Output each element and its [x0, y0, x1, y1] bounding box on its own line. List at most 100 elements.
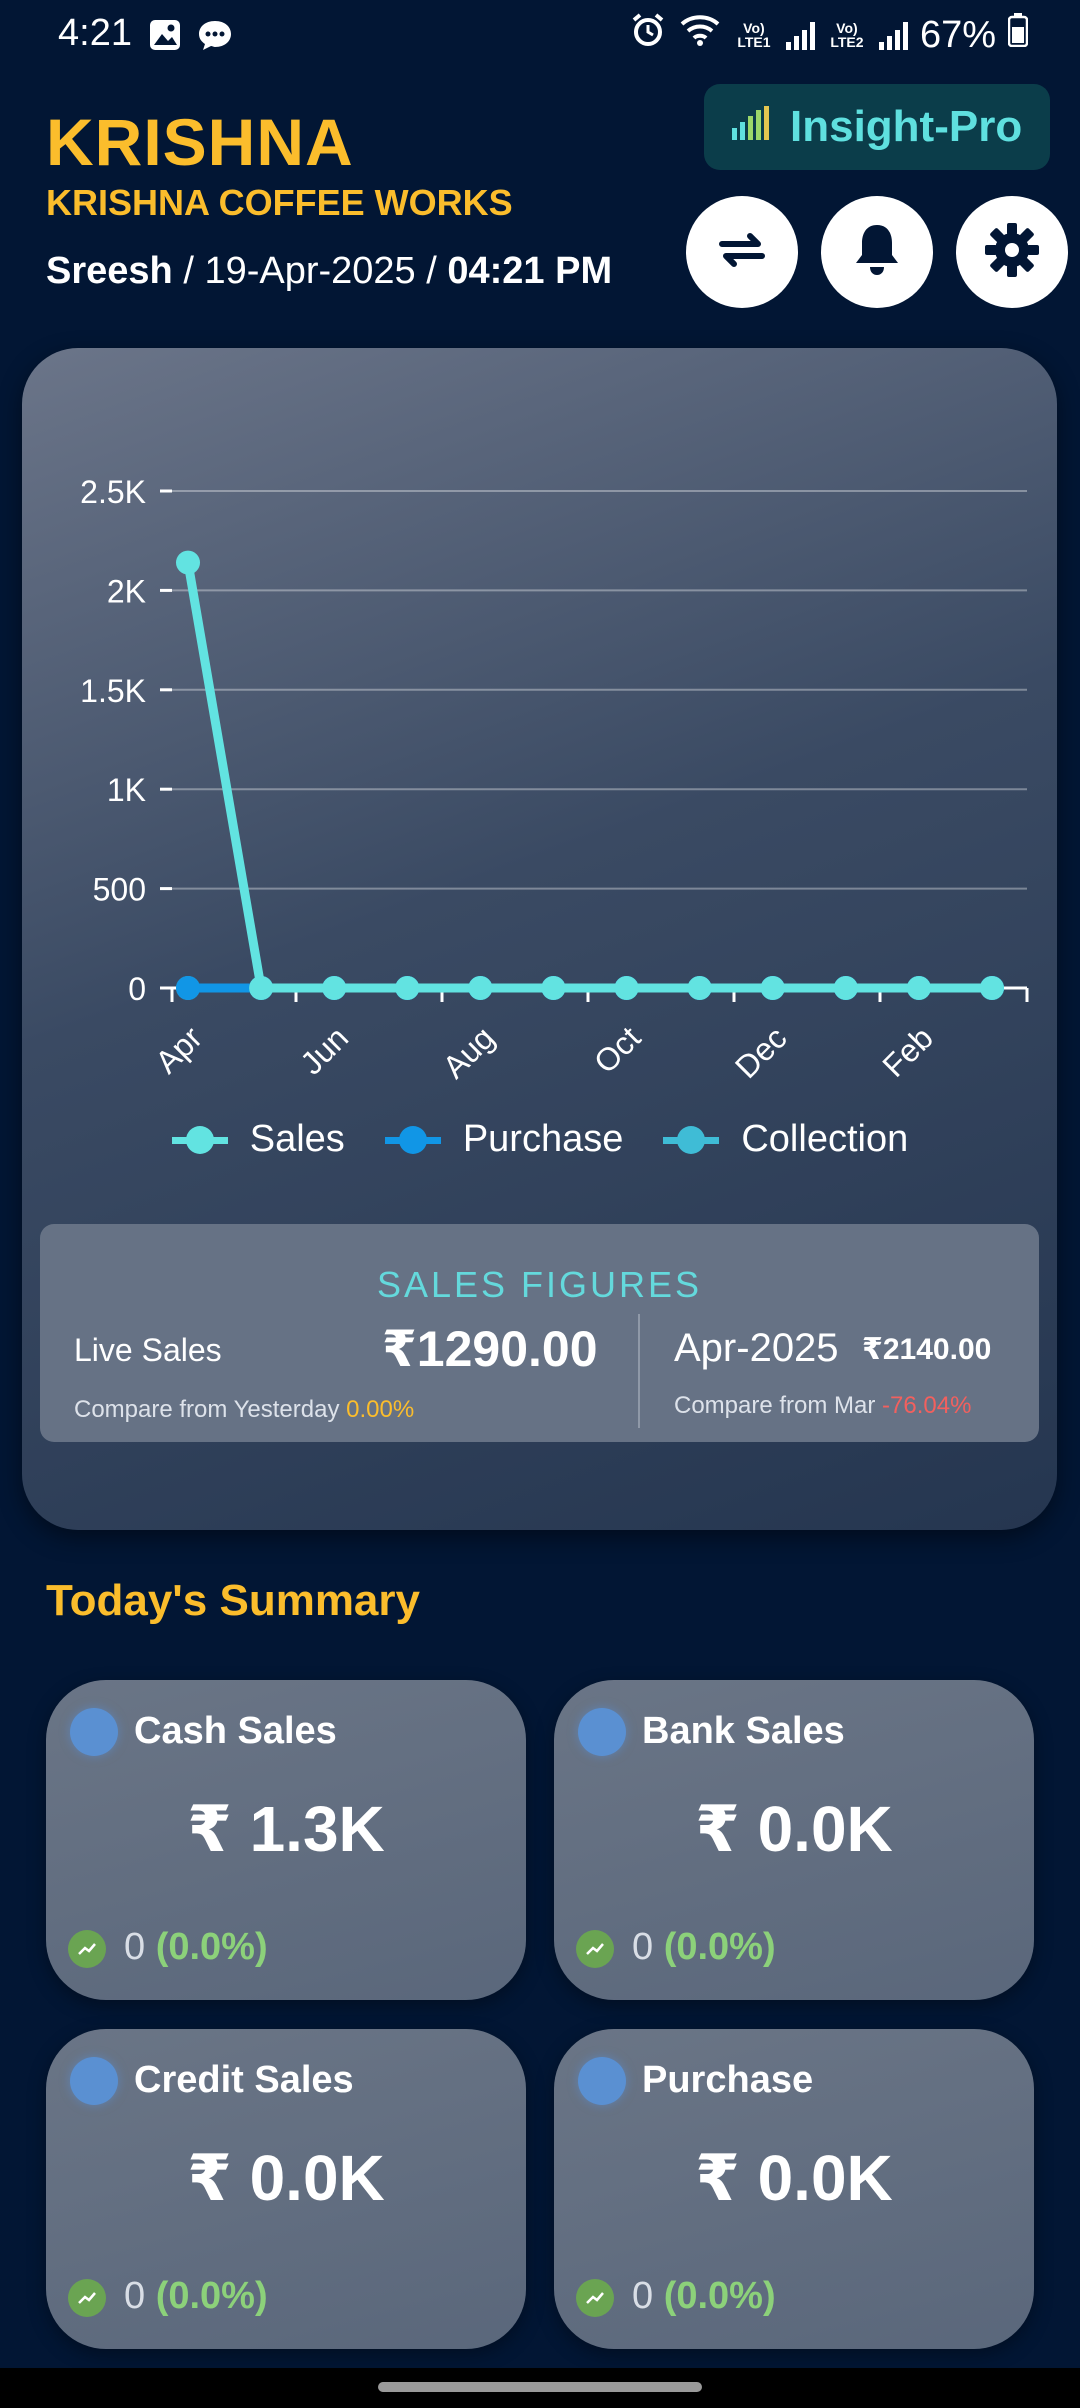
data-point-sales	[980, 976, 1004, 1000]
tile-change-percent: (0.0%)	[663, 1926, 776, 1968]
separator: /	[183, 250, 205, 292]
tile-change-percent: (0.0%)	[663, 2275, 776, 2317]
data-point-sales	[614, 976, 639, 1000]
sync-button[interactable]	[686, 196, 798, 308]
data-point-sales	[833, 976, 858, 1000]
gear-icon	[983, 221, 1041, 284]
figures-divider	[638, 1314, 640, 1428]
x-tick-label: Apr	[148, 1019, 209, 1080]
data-point-sales	[541, 976, 566, 1000]
bell-icon	[850, 221, 904, 284]
tile-label: Purchase	[642, 2059, 814, 2101]
legend-swatch	[384, 1125, 441, 1154]
tile-change: 0 (0.0%)	[632, 1926, 776, 1969]
current-time: 04:21 PM	[447, 250, 613, 292]
sim2-label: Vo) LTE2	[830, 20, 864, 50]
legend-swatch	[171, 1125, 228, 1154]
signal-icon	[878, 20, 908, 50]
tile-label: Credit Sales	[134, 2059, 354, 2101]
legend-swatch	[663, 1125, 720, 1154]
separator: /	[426, 250, 448, 292]
sync-icon	[714, 222, 770, 283]
alarm-icon	[630, 12, 666, 58]
company-name: KRISHNA COFFEE WORKS	[46, 182, 513, 223]
tile-indicator-dot	[70, 1708, 118, 1756]
y-tick-label: 1.5K	[80, 673, 146, 709]
tile-change: 0 (0.0%)	[632, 2275, 776, 2318]
battery-percent: 67%	[919, 13, 996, 56]
bar-chart-logo-icon	[728, 102, 774, 153]
settings-button[interactable]	[956, 196, 1068, 308]
trend-up-icon	[68, 1930, 106, 1968]
trend-up-icon	[576, 2279, 614, 2317]
tile-change: 0 (0.0%)	[124, 2275, 268, 2318]
tile-label: Cash Sales	[134, 1710, 337, 1752]
summary-tile-bank-sales[interactable]: Bank Sales ₹ 0.0K 0 (0.0%)	[554, 1680, 1034, 2000]
x-tick-label: Aug	[436, 1019, 502, 1085]
tile-change-value: 0	[632, 1926, 654, 1968]
x-tick-label: Jun	[293, 1019, 355, 1081]
data-point-purchase	[176, 976, 200, 1000]
data-point-sales	[468, 976, 493, 1000]
live-sales-compare: Compare from Yesterday 0.00%	[74, 1396, 414, 1424]
status-time: 4:21	[58, 12, 132, 54]
image-icon	[148, 18, 182, 57]
x-tick-label: Dec	[728, 1019, 794, 1085]
tile-change-value: 0	[124, 2275, 146, 2317]
y-tick-label: 1K	[107, 772, 146, 808]
month-compare-percent: -76.04%	[882, 1392, 972, 1419]
chat-icon	[196, 18, 234, 57]
live-sales-value: ₹1290.00	[382, 1321, 598, 1377]
y-tick-label: 0	[128, 971, 146, 1007]
tile-indicator-dot	[578, 1708, 626, 1756]
notifications-button[interactable]	[821, 196, 933, 308]
live-compare-percent: 0.00%	[346, 1396, 415, 1423]
live-sales-label: Live Sales	[74, 1332, 222, 1368]
month-sales-compare: Compare from Mar -76.04%	[674, 1392, 971, 1420]
series-line-sales	[183, 558, 997, 993]
month-label: Apr-2025	[674, 1326, 839, 1370]
tile-change-value: 0	[632, 2275, 654, 2317]
data-point-sales	[906, 976, 931, 1000]
tile-change-percent: (0.0%)	[155, 2275, 268, 2317]
insight-pro-label: Insight-Pro	[790, 102, 1023, 151]
live-compare-label: Compare from Yesterday	[74, 1396, 340, 1423]
y-tick-label: 500	[93, 872, 146, 908]
signal-icon	[785, 20, 815, 50]
y-tick-label: 2.5K	[80, 474, 146, 510]
data-point-sales	[322, 976, 347, 1000]
data-point-sales	[395, 976, 420, 1000]
trend-up-icon	[68, 2279, 106, 2317]
legend-label: Purchase	[462, 1118, 624, 1160]
legend-item-sales: Sales	[171, 1118, 345, 1161]
tile-indicator-dot	[70, 2057, 118, 2105]
tile-indicator-dot	[578, 2057, 626, 2105]
summary-tile-cash-sales[interactable]: Cash Sales ₹ 1.3K 0 (0.0%)	[46, 1680, 526, 2000]
brand-title: KRISHNA	[46, 105, 354, 179]
home-gesture-handle[interactable]	[378, 2382, 702, 2392]
tile-change: 0 (0.0%)	[124, 1926, 268, 1969]
tile-value: ₹ 1.3K	[187, 1793, 385, 1865]
current-date: 19-Apr-2025	[204, 250, 416, 292]
data-point-sales	[760, 976, 785, 1000]
tile-value: ₹ 0.0K	[187, 2142, 385, 2214]
user-name: Sreesh	[46, 250, 173, 292]
tile-label: Bank Sales	[642, 1710, 845, 1752]
legend-label: Sales	[249, 1118, 345, 1160]
chart-legend: Sales Purchase Collection	[0, 1118, 1080, 1161]
legend-item-collection: Collection	[663, 1118, 908, 1161]
sim1-label: Vo) LTE1	[737, 20, 771, 50]
data-point-sales	[249, 976, 274, 1000]
trend-up-icon	[576, 1930, 614, 1968]
data-point-sales	[687, 976, 712, 1000]
summary-title: Today's Summary	[46, 1576, 420, 1625]
legend-label: Collection	[741, 1118, 909, 1160]
summary-tile-purchase[interactable]: Purchase ₹ 0.0K 0 (0.0%)	[554, 2029, 1034, 2349]
insight-pro-badge[interactable]: Insight-Pro	[704, 84, 1050, 170]
wifi-icon	[678, 12, 722, 58]
month-compare-label: Compare from Mar	[674, 1392, 876, 1419]
summary-tile-credit-sales[interactable]: Credit Sales ₹ 0.0K 0 (0.0%)	[46, 2029, 526, 2349]
x-tick-label: Feb	[875, 1019, 939, 1083]
x-tick-label: Oct	[587, 1019, 648, 1080]
data-point-sales	[176, 550, 200, 575]
